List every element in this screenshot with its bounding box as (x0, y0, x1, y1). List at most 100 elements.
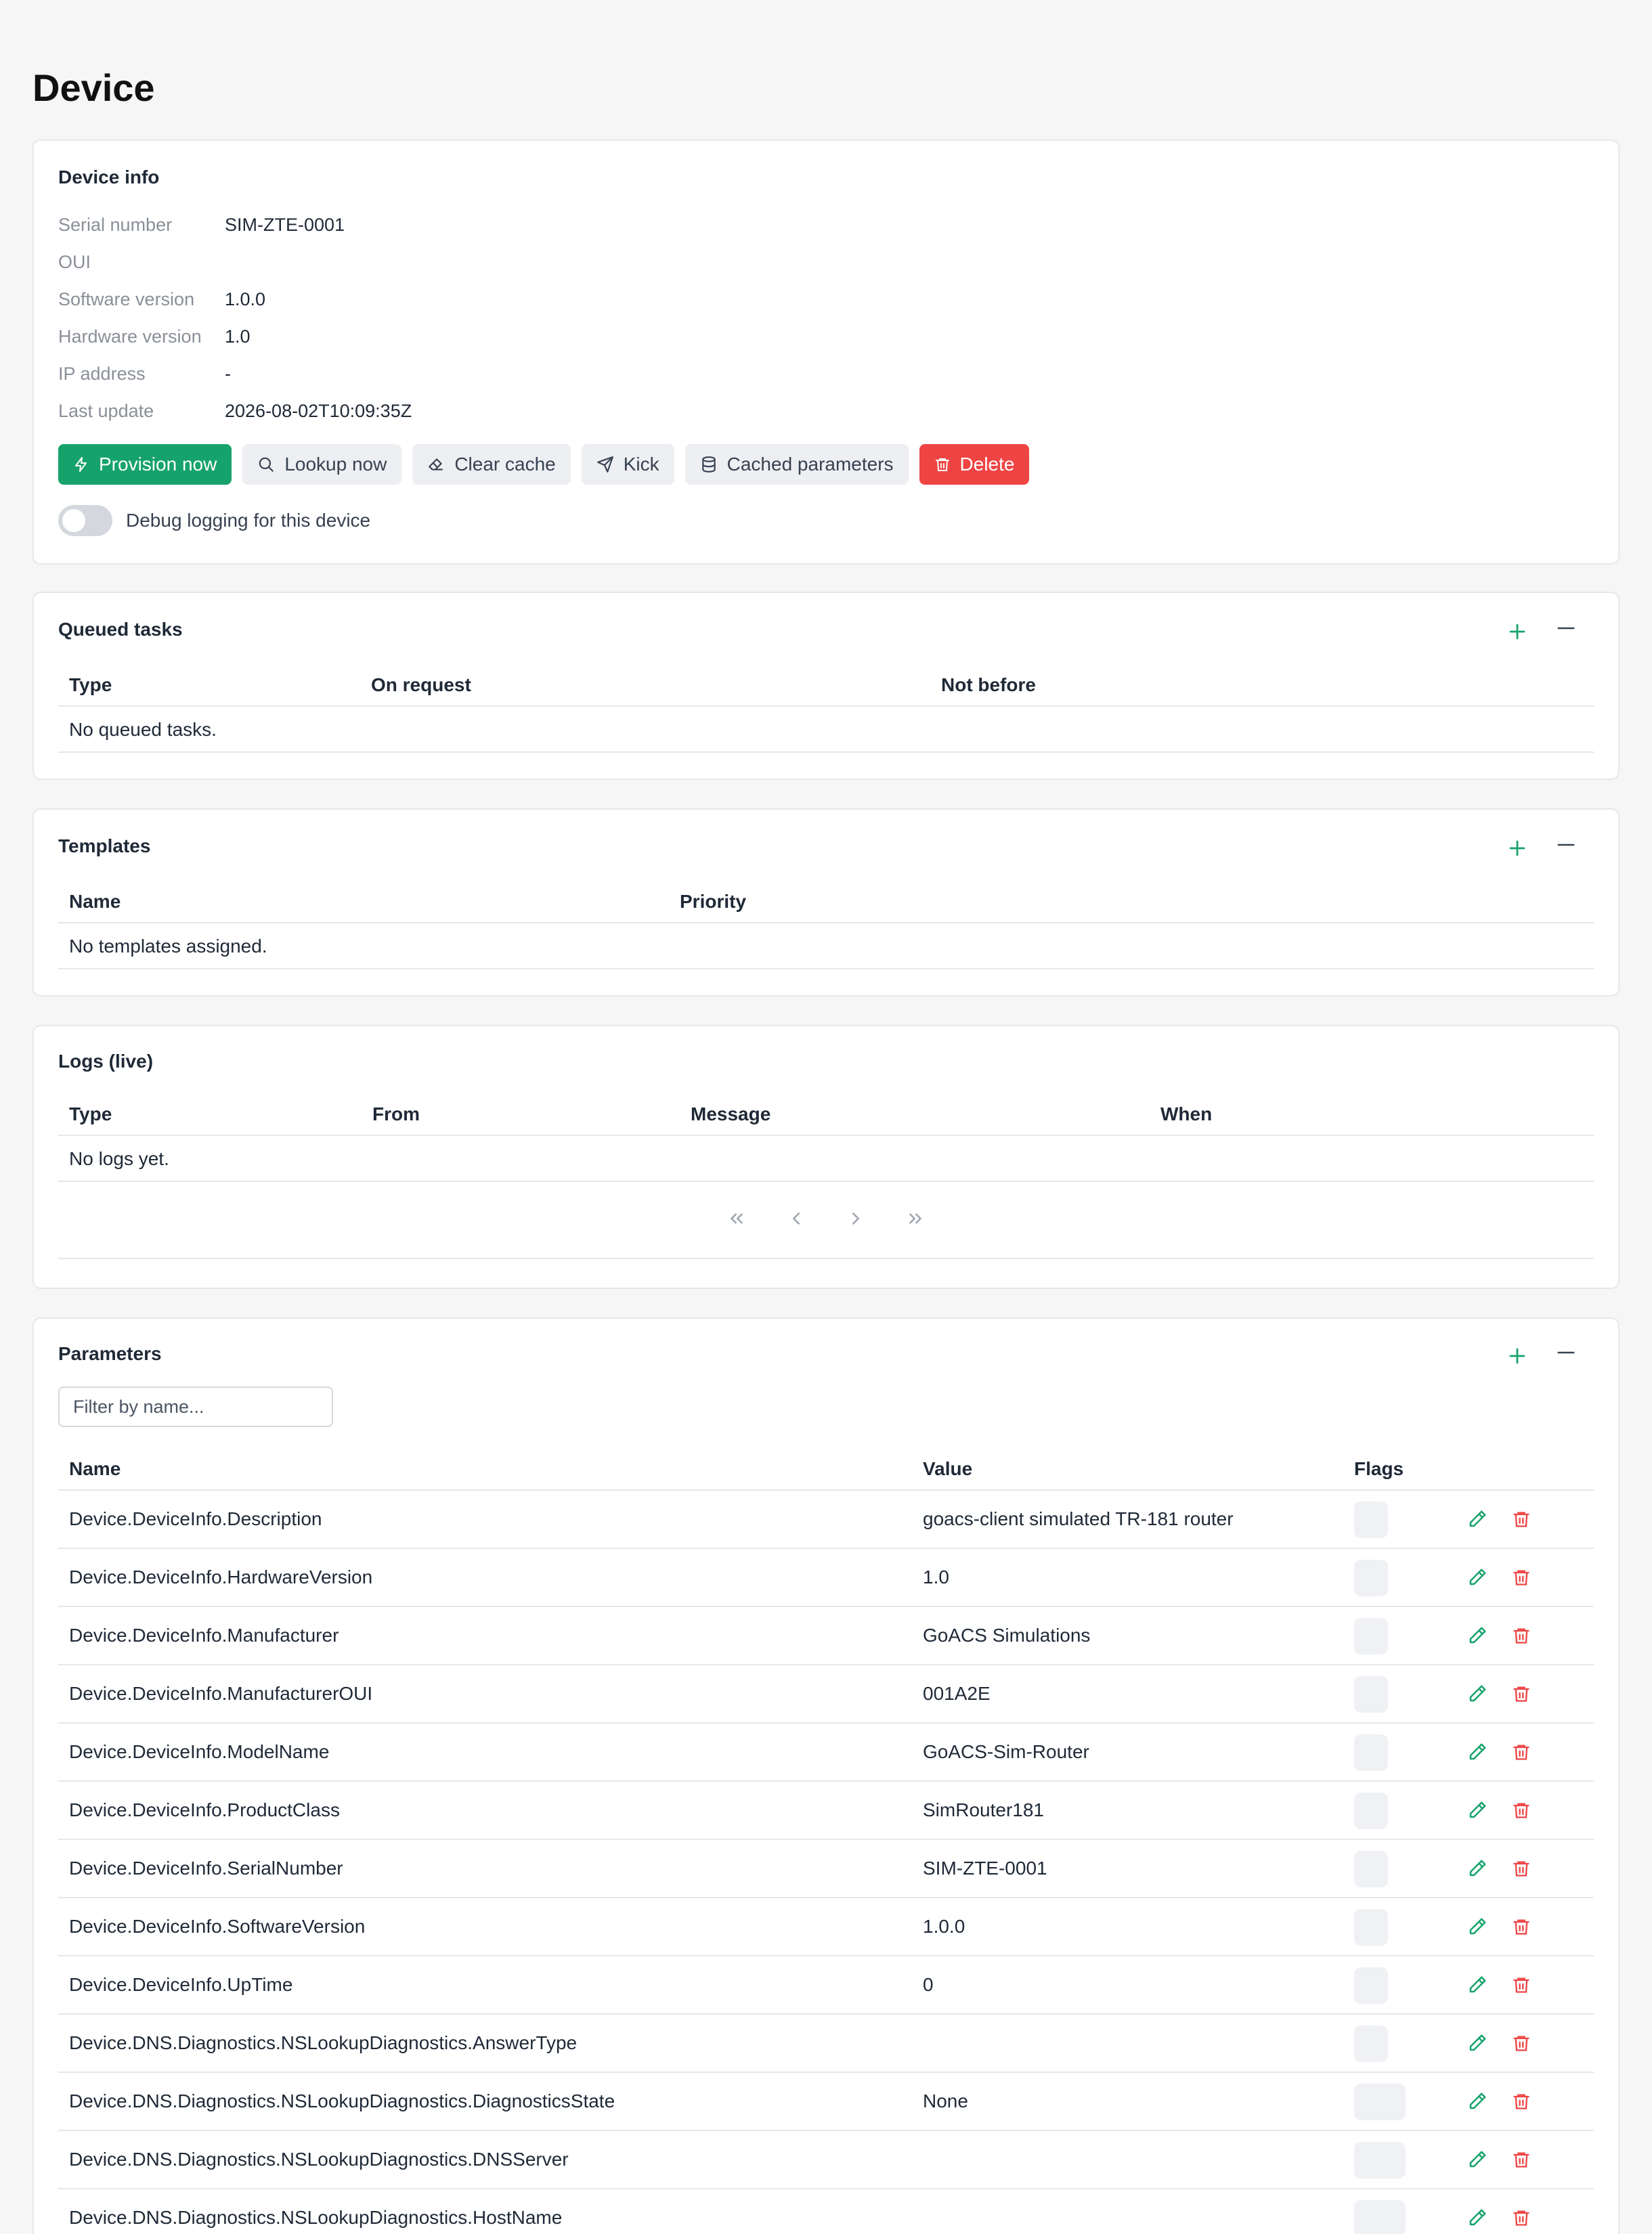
flags-badge (1354, 1793, 1388, 1829)
delete-label: Delete (959, 454, 1015, 475)
queued-tasks-actions (1506, 620, 1578, 643)
column-header: Not before (941, 674, 1036, 695)
parameter-name: Device.DeviceInfo.Description (69, 1508, 322, 1529)
table-row: Device.DeviceInfo.ProductClass SimRouter… (58, 1782, 1594, 1840)
parameter-filter-input[interactable] (58, 1386, 333, 1427)
pencil-icon (1469, 1569, 1486, 1585)
lookup-now-button[interactable]: Lookup now (242, 444, 402, 485)
flags-badge (1354, 1502, 1388, 1538)
parameters-title: Parameters (58, 1343, 162, 1364)
parameter-name: Device.DeviceInfo.ManufacturerOUI (69, 1683, 373, 1704)
edit-parameter-button[interactable] (1465, 1914, 1490, 1939)
add-task-button[interactable] (1506, 620, 1529, 643)
cached-parameters-button[interactable]: Cached parameters (684, 444, 909, 485)
empty-message: No logs yet. (69, 1148, 169, 1169)
edit-parameter-button[interactable] (1465, 1798, 1490, 1822)
add-template-button[interactable] (1506, 837, 1529, 860)
parameter-name: Device.DNS.Diagnostics.NSLookupDiagnosti… (69, 2090, 615, 2111)
provision-now-button[interactable]: Provision now (58, 444, 232, 485)
pencil-icon (1469, 1801, 1486, 1818)
table-row: Device.DeviceInfo.UpTime 0 (58, 1956, 1594, 2015)
flags-badge (1354, 1618, 1388, 1655)
delete-parameter-button[interactable] (1509, 1507, 1534, 1531)
table-row: Device.DNS.Diagnostics.NSLookupDiagnosti… (58, 2015, 1594, 2073)
first-page-button[interactable] (724, 1206, 749, 1231)
flags-badge (1354, 1967, 1388, 2004)
search-icon (259, 457, 274, 472)
parameter-name: Device.DeviceInfo.HardwareVersion (69, 1567, 373, 1587)
clear-cache-button[interactable]: Clear cache (412, 444, 571, 485)
page: Device Device info Serial number SIM-ZTE-… (0, 0, 1652, 2234)
table-row: Device.DeviceInfo.ModelName GoACS-Sim-Ro… (58, 1724, 1594, 1782)
edit-parameter-button[interactable] (1465, 1973, 1490, 1997)
previous-page-button[interactable] (784, 1206, 808, 1231)
next-page-button[interactable] (844, 1206, 868, 1231)
info-value: 1.0.0 (225, 289, 266, 309)
table-row: Device.DNS.Diagnostics.NSLookupDiagnosti… (58, 2073, 1594, 2131)
templates-table: Name Priority No templates assigned. (58, 879, 1594, 969)
delete-parameter-button[interactable] (1509, 1798, 1534, 1822)
delete-parameter-button[interactable] (1509, 1973, 1534, 1997)
table-row: Device.DeviceInfo.Description goacs-clie… (58, 1491, 1594, 1549)
page-title: Device (32, 66, 155, 109)
logs-card: Logs (live) Type From Message When No lo… (32, 1025, 1620, 1289)
edit-parameter-button[interactable] (1465, 1565, 1490, 1590)
trash-icon (1513, 2036, 1529, 2051)
column-header: Flags (1354, 1458, 1404, 1479)
flags-badge (1354, 2142, 1406, 2178)
delete-parameter-button[interactable] (1509, 1914, 1534, 1939)
table-header: Name Priority (58, 879, 1594, 923)
edit-parameter-button[interactable] (1465, 1856, 1490, 1881)
table-row: Device.DeviceInfo.SoftwareVersion 1.0.0 (58, 1898, 1594, 1956)
info-label: IP address (58, 364, 146, 384)
templates-card: Templates Name Priority No templates ass… (32, 808, 1620, 996)
table-header: Type On request Not before (58, 662, 1594, 707)
delete-parameter-button[interactable] (1509, 1565, 1534, 1590)
edit-parameter-button[interactable] (1465, 1507, 1490, 1531)
collapse-templates-button[interactable] (1555, 837, 1578, 860)
delete-parameter-button[interactable] (1509, 1740, 1534, 1764)
parameter-value: goacs-client simulated TR-181 router (923, 1508, 1234, 1529)
kick-button[interactable]: Kick (581, 444, 674, 485)
trash-icon (1513, 1919, 1529, 1935)
edit-parameter-button[interactable] (1465, 1623, 1490, 1648)
column-header: Value (923, 1458, 973, 1479)
delete-parameter-button[interactable] (1509, 2206, 1534, 2230)
parameters-card: Parameters Name Value Flags Device.Devic… (32, 1317, 1620, 2234)
debug-logging-toggle[interactable] (58, 505, 112, 536)
collapse-tasks-button[interactable] (1555, 620, 1578, 643)
trash-icon (1513, 1803, 1529, 1818)
parameter-name: Device.DeviceInfo.ProductClass (69, 1799, 340, 1820)
lookup-now-label: Lookup now (284, 454, 387, 475)
parameter-name: Device.DeviceInfo.UpTime (69, 1974, 293, 1995)
delete-button[interactable]: Delete (919, 444, 1030, 485)
add-parameter-button[interactable] (1506, 1344, 1529, 1367)
info-label: Last update (58, 401, 154, 421)
pencil-icon (1469, 1743, 1486, 1760)
parameter-value: None (923, 2090, 968, 2111)
last-page-button[interactable] (903, 1206, 928, 1231)
info-value: - (225, 364, 231, 384)
edit-parameter-button[interactable] (1465, 2089, 1490, 2113)
delete-parameter-button[interactable] (1509, 1856, 1534, 1881)
collapse-parameters-button[interactable] (1555, 1344, 1578, 1367)
edit-parameter-button[interactable] (1465, 1740, 1490, 1764)
edit-parameter-button[interactable] (1465, 1682, 1490, 1706)
pencil-icon (1469, 1510, 1486, 1527)
templates-actions (1506, 837, 1578, 860)
delete-parameter-button[interactable] (1509, 1682, 1534, 1706)
delete-parameter-button[interactable] (1509, 2089, 1534, 2113)
delete-parameter-button[interactable] (1509, 1623, 1534, 1648)
parameter-name: Device.DNS.Diagnostics.NSLookupDiagnosti… (69, 2149, 569, 2170)
pencil-icon (1469, 2209, 1486, 2226)
empty-row: No logs yet. (58, 1136, 1594, 1182)
delete-parameter-button[interactable] (1509, 2147, 1534, 2172)
edit-parameter-button[interactable] (1465, 2147, 1490, 2172)
info-label: Serial number (58, 215, 173, 235)
parameter-name: Device.DNS.Diagnostics.NSLookupDiagnosti… (69, 2032, 578, 2053)
delete-parameter-button[interactable] (1509, 2031, 1534, 2055)
edit-parameter-button[interactable] (1465, 2031, 1490, 2055)
edit-parameter-button[interactable] (1465, 2206, 1490, 2230)
pencil-icon (1469, 2093, 1486, 2109)
column-header: Priority (680, 891, 747, 912)
